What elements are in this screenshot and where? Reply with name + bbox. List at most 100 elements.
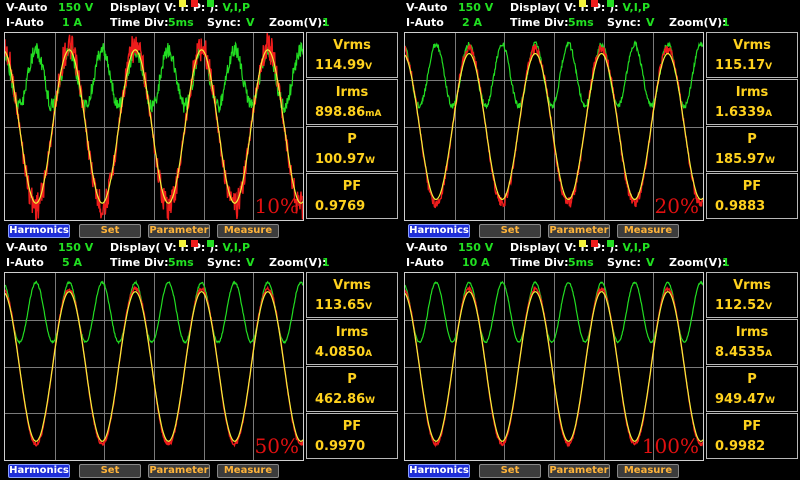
vrms-value: 114.99V [315, 58, 373, 73]
i-range-label: I-Auto [6, 256, 44, 269]
waveform-display: 20% [404, 32, 704, 221]
time-div-value[interactable]: 5ms [568, 15, 594, 30]
power-cell[interactable]: P 185.97W [706, 126, 798, 172]
vrms-cell[interactable]: Vrms 112.52V [706, 272, 798, 318]
zoom-value[interactable]: 1 [322, 255, 330, 270]
parameter-button[interactable]: Parameter [148, 224, 210, 238]
sync-value[interactable]: V [246, 15, 255, 30]
sync-value[interactable]: V [646, 255, 655, 270]
vrms-cell[interactable]: Vrms 115.17V [706, 32, 798, 78]
display-value[interactable]: V,I,P [622, 241, 650, 254]
pf-cell[interactable]: PF 0.9883 [706, 173, 798, 219]
zoom-label: Zoom(V): [269, 256, 327, 269]
vrms-value: 112.52V [715, 298, 773, 313]
display-value[interactable]: V,I,P [622, 1, 650, 14]
zoom-value[interactable]: 1 [322, 15, 330, 30]
zoom-value[interactable]: 1 [722, 15, 730, 30]
parameter-button[interactable]: Parameter [148, 464, 210, 478]
power-value: 100.97W [315, 152, 376, 167]
measure-button[interactable]: Measure [217, 224, 279, 238]
time-div-value[interactable]: 5ms [168, 15, 194, 30]
vrms-value: 113.65V [315, 298, 373, 313]
i-range-value[interactable]: 5 A [62, 255, 82, 270]
vrms-cell[interactable]: Vrms 113.65V [306, 272, 398, 318]
harmonics-button[interactable]: Harmonics [408, 224, 470, 238]
vrms-label: Vrms [733, 278, 771, 293]
vrms-label: Vrms [733, 38, 771, 53]
power-cell[interactable]: P 462.86W [306, 366, 398, 412]
sync-value[interactable]: V [246, 255, 255, 270]
irms-label: Irms [335, 325, 369, 340]
power-label: P [347, 132, 357, 147]
irms-cell[interactable]: Irms 1.6339A [706, 79, 798, 125]
i-range-label: I-Auto [6, 16, 44, 29]
v-range-value[interactable]: 150 V [58, 0, 93, 15]
header-row-current: I-Auto 5 A Time Div: 5ms Sync: V Zoom(V)… [0, 255, 400, 270]
display-v-label: V: [564, 1, 577, 14]
sync-value[interactable]: V [646, 15, 655, 30]
pf-label: PF [742, 179, 762, 194]
measure-button[interactable]: Measure [217, 464, 279, 478]
voltage-color-swatch [178, 240, 186, 247]
voltage-color-swatch [578, 240, 586, 247]
load-percentage-label: 100% [641, 434, 699, 458]
irms-cell[interactable]: Irms 4.0850A [306, 319, 398, 365]
zoom-value[interactable]: 1 [722, 255, 730, 270]
current-color-swatch [191, 0, 198, 7]
set-button[interactable]: Set [79, 224, 141, 238]
vrms-unit: V [365, 302, 373, 312]
irms-unit: A [765, 349, 773, 359]
parameter-button[interactable]: Parameter [548, 224, 610, 238]
softkey-bar: Harmonics Set Parameter Measure [0, 224, 400, 239]
time-div-label: Time Div: [110, 16, 169, 29]
header-row-voltage: V-Auto 150 V Display( V: I: P: ): V,I,P [400, 240, 800, 255]
softkey-bar: Harmonics Set Parameter Measure [400, 224, 800, 239]
time-div-value[interactable]: 5ms [168, 255, 194, 270]
set-button[interactable]: Set [79, 464, 141, 478]
harmonics-button[interactable]: Harmonics [8, 224, 70, 238]
pf-cell[interactable]: PF 0.9769 [306, 173, 398, 219]
set-button[interactable]: Set [479, 464, 541, 478]
v-range-value[interactable]: 150 V [58, 240, 93, 255]
irms-unit: mA [365, 109, 382, 119]
load-percentage-label: 20% [654, 194, 699, 218]
current-color-swatch [191, 240, 198, 247]
v-range-value[interactable]: 150 V [458, 0, 493, 15]
header-row-voltage: V-Auto 150 V Display( V: I: P: ): V,I,P [0, 240, 400, 255]
voltage-color-swatch [178, 0, 186, 7]
power-label: P [747, 372, 757, 387]
power-cell[interactable]: P 949.47W [706, 366, 798, 412]
power-cell[interactable]: P 100.97W [306, 126, 398, 172]
power-label: P [347, 372, 357, 387]
display-v-label: V: [564, 241, 577, 254]
vrms-unit: V [765, 62, 773, 72]
waveform-plot [5, 33, 303, 220]
irms-cell[interactable]: Irms 8.4535A [706, 319, 798, 365]
measure-button[interactable]: Measure [617, 464, 679, 478]
header-row-current: I-Auto 1 A Time Div: 5ms Sync: V Zoom(V)… [0, 15, 400, 30]
irms-cell[interactable]: Irms 898.86mA [306, 79, 398, 125]
display-value[interactable]: V,I,P [222, 1, 250, 14]
sync-label: Sync: [207, 16, 241, 29]
pf-value: 0.9769 [315, 199, 366, 214]
vrms-cell[interactable]: Vrms 114.99V [306, 32, 398, 78]
pf-cell[interactable]: PF 0.9970 [306, 413, 398, 459]
harmonics-button[interactable]: Harmonics [8, 464, 70, 478]
i-range-value[interactable]: 10 A [462, 255, 490, 270]
irms-value: 4.0850A [315, 345, 373, 360]
harmonics-button[interactable]: Harmonics [408, 464, 470, 478]
power-value: 462.86W [315, 392, 376, 407]
irms-value: 1.6339A [715, 105, 773, 120]
pf-cell[interactable]: PF 0.9982 [706, 413, 798, 459]
display-value[interactable]: V,I,P [222, 241, 250, 254]
power-unit: W [765, 156, 776, 166]
set-button[interactable]: Set [479, 224, 541, 238]
i-range-value[interactable]: 1 A [62, 15, 82, 30]
i-range-value[interactable]: 2 A [462, 15, 482, 30]
v-range-value[interactable]: 150 V [458, 240, 493, 255]
waveform-plot [405, 33, 703, 220]
irms-value: 898.86mA [315, 105, 382, 120]
parameter-button[interactable]: Parameter [548, 464, 610, 478]
measure-button[interactable]: Measure [617, 224, 679, 238]
time-div-value[interactable]: 5ms [568, 255, 594, 270]
